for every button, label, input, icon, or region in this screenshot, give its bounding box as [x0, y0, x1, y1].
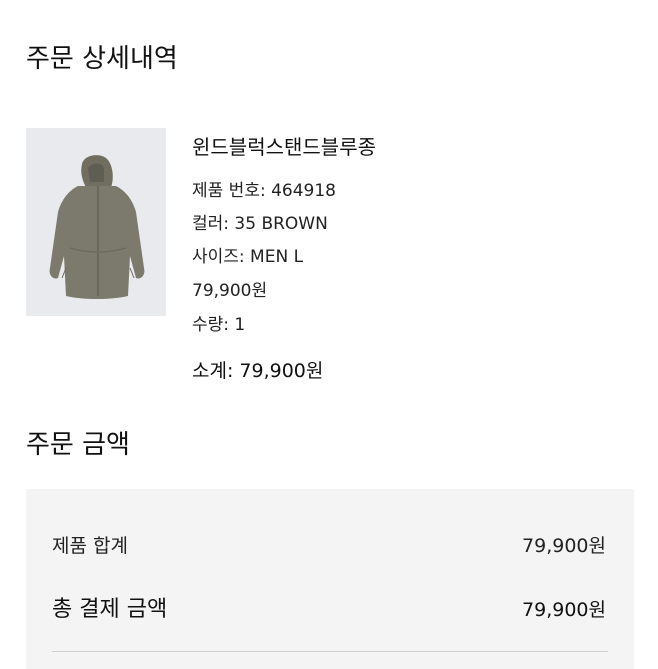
- summary-divider: [52, 651, 608, 652]
- product-number: 제품 번호: 464918: [192, 181, 336, 201]
- total-payment-label: 총 결제 금액: [52, 597, 168, 622]
- product-total-label: 제품 합계: [52, 535, 128, 557]
- total-payment-row: 총 결제 금액 79,900원: [52, 591, 606, 623]
- product-price: 79,900원: [192, 281, 268, 301]
- product-size: 사이즈: MEN L: [192, 247, 304, 267]
- product-total-row: 제품 합계 79,900원: [52, 531, 606, 558]
- product-image[interactable]: [26, 128, 166, 316]
- product-color: 컬러: 35 BROWN: [192, 214, 328, 234]
- product-quantity: 수량: 1: [192, 315, 246, 335]
- order-summary-box: 제품 합계 79,900원 총 결제 금액 79,900원: [26, 489, 634, 669]
- product-total-value: 79,900원: [522, 535, 606, 557]
- order-detail-title: 주문 상세내역: [26, 44, 178, 74]
- order-amount-title: 주문 금액: [26, 430, 130, 460]
- product-subtotal: 소계: 79,900원: [192, 360, 324, 382]
- total-payment-value: 79,900원: [522, 599, 606, 621]
- product-name[interactable]: 윈드블럭스탠드블루종: [192, 131, 376, 160]
- hooded-jacket-image: [49, 155, 145, 299]
